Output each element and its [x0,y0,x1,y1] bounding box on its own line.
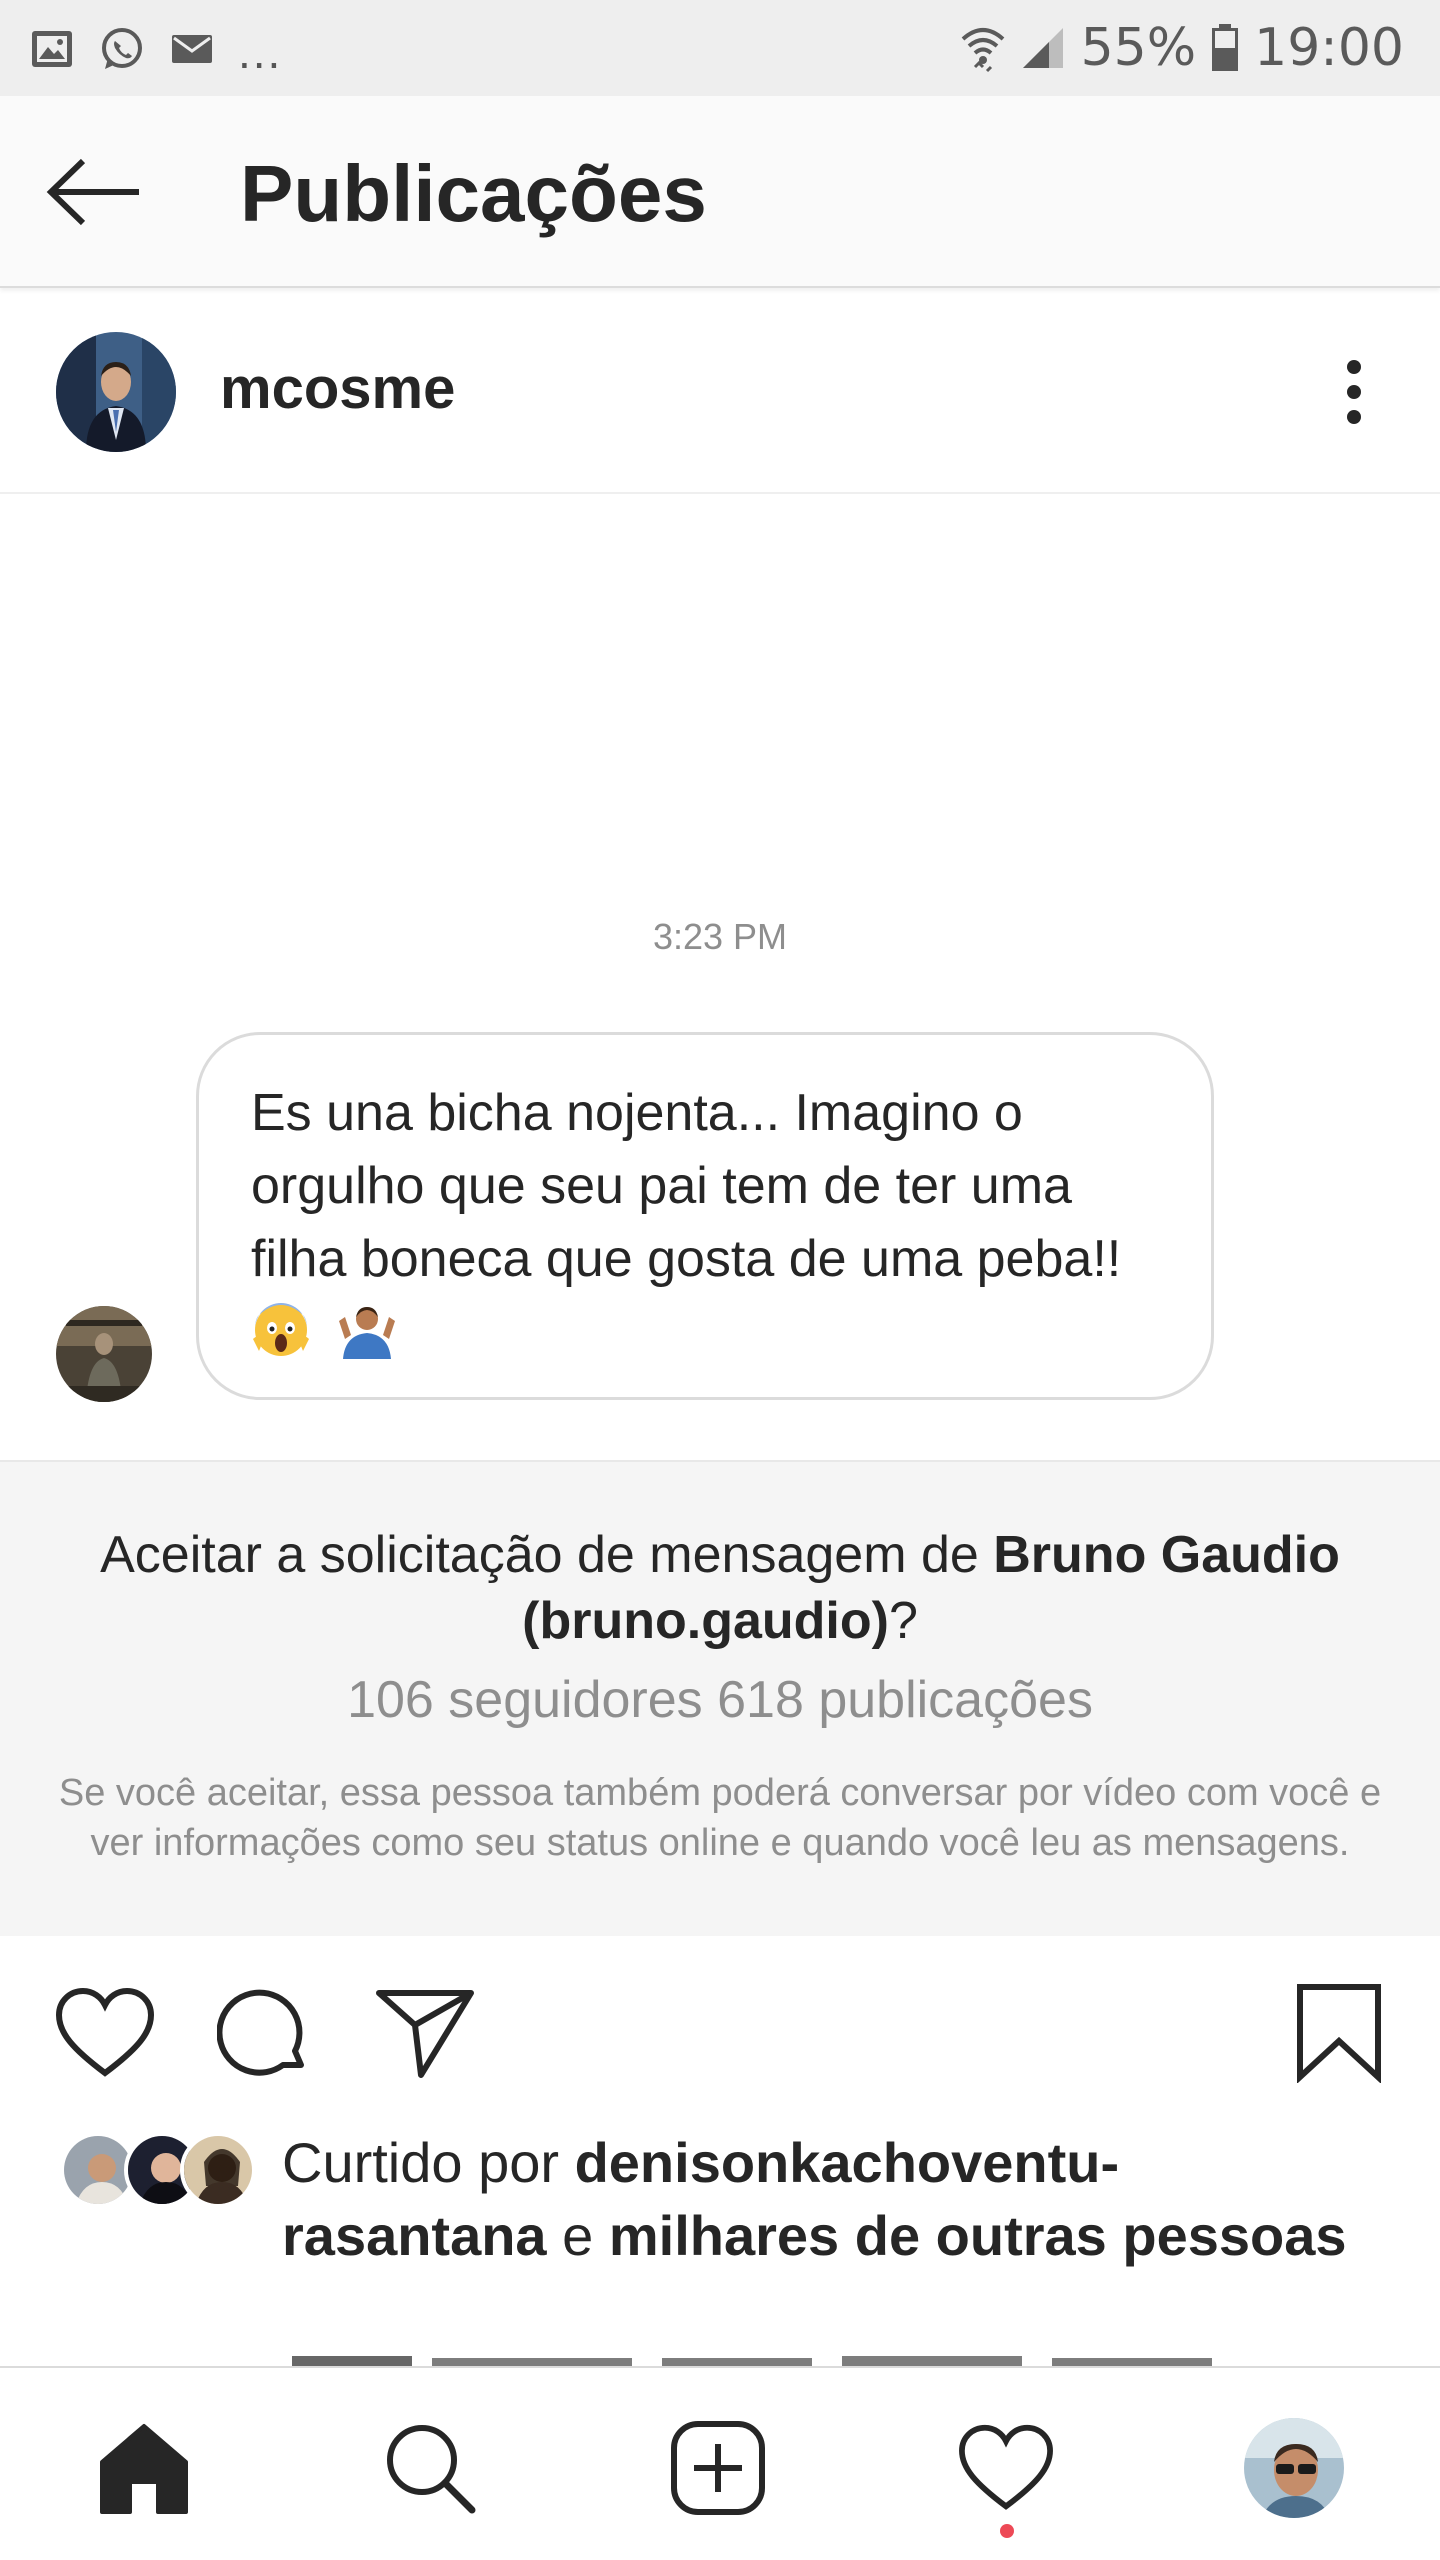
home-icon [100,2424,188,2514]
nav-home[interactable] [84,2408,204,2528]
message-request-panel: Aceitar a solicitação de mensagem de Bru… [0,1460,1440,1936]
nav-activity[interactable] [946,2408,1066,2528]
truncated-text-artifact [292,2356,1212,2368]
arrow-left-icon [46,158,139,226]
caption-cut-off [282,2348,1262,2368]
scream-emoji-icon [253,1303,309,1356]
sender-avatar-image [56,1306,152,1402]
author-avatar-image [56,332,176,452]
bottom-navigation [0,2366,1440,2560]
likes-connector: e [546,2204,609,2267]
author-username[interactable]: mcosme [220,360,455,418]
page-title: Publicações [240,149,707,238]
paper-plane-icon [376,1990,474,2078]
sender-avatar [56,1306,152,1402]
request-question: Aceitar a solicitação de mensagem de Bru… [40,1522,1400,1654]
nav-profile[interactable] [1234,2408,1354,2528]
likes-row: Curtido por denisonkachoventu-rasantana … [0,2116,1440,2368]
heart-outline-icon [959,2424,1053,2510]
app-header: Publicações [0,96,1440,288]
more-dot [1347,385,1361,399]
request-privacy-note: Se você aceitar, essa pessoa também pode… [58,1772,1382,1864]
image-icon [32,31,72,67]
more-dot [1347,410,1361,424]
more-notifications-indicator: ... [238,26,283,78]
message-text: Es una bicha nojenta... Imagino o orgulh… [251,1077,1159,1369]
message-bubble: Es una bicha nojenta... Imagino o orgulh… [196,1032,1214,1400]
save-button[interactable] [1284,1978,1394,2088]
share-button[interactable] [370,1978,480,2088]
heart-outline-icon [55,1987,155,2077]
more-dot [1347,360,1361,374]
whatsapp-icon [102,28,142,69]
request-sender-stats: 106 seguidores 618 publicações [347,1671,1093,1729]
back-button[interactable] [40,142,150,242]
post-action-bar [0,1936,1440,2116]
message-timestamp: 3:23 PM [652,916,788,957]
post-image-chat-screenshot[interactable]: 3:23 PM Es una bicha nojenta... Imagino … [0,496,1440,1460]
add-post-icon [671,2421,765,2515]
profile-avatar [1244,2418,1344,2518]
nav-new-post[interactable] [658,2408,778,2528]
author-avatar[interactable] [56,332,176,452]
request-question-suffix: ? [888,1592,918,1650]
system-indicators: 55% 19:00 [961,18,1404,78]
likes-summary: Curtido por denisonkachoventu-rasantana … [282,2126,1362,2272]
liker-avatars [60,2132,260,2212]
shrug-emoji-icon [339,1307,396,1359]
nav-search[interactable] [370,2408,490,2528]
comment-button[interactable] [210,1978,320,2088]
status-bar: ... 55% 19:00 [0,0,1440,96]
liker-avatar [180,2132,256,2208]
notification-icons: ... [28,22,282,76]
request-question-prefix: Aceitar a solicitação de mensagem de [100,1526,994,1584]
bookmark-icon [1297,1984,1381,2083]
profile-avatar-image [1244,2418,1344,2518]
wifi-icon [961,28,1004,73]
more-options-button[interactable] [1324,350,1384,434]
battery-percent: 55% [1080,18,1197,78]
post-header: mcosme [0,290,1440,494]
likes-prefix: Curtido por [282,2131,575,2194]
likes-others-link[interactable]: milhares de outras pessoas [609,2204,1347,2267]
clock: 19:00 [1254,18,1404,78]
comment-icon [217,1989,304,2076]
search-icon [387,2425,476,2514]
mail-icon [172,35,212,63]
battery-icon [1212,24,1239,71]
signal-icon [1022,28,1063,68]
activity-notification-dot [1000,2524,1014,2538]
like-button[interactable] [50,1978,160,2088]
message-body: Es una bicha nojenta... Imagino o orgulh… [251,1084,1122,1288]
liker-avatar-image [184,2136,252,2204]
